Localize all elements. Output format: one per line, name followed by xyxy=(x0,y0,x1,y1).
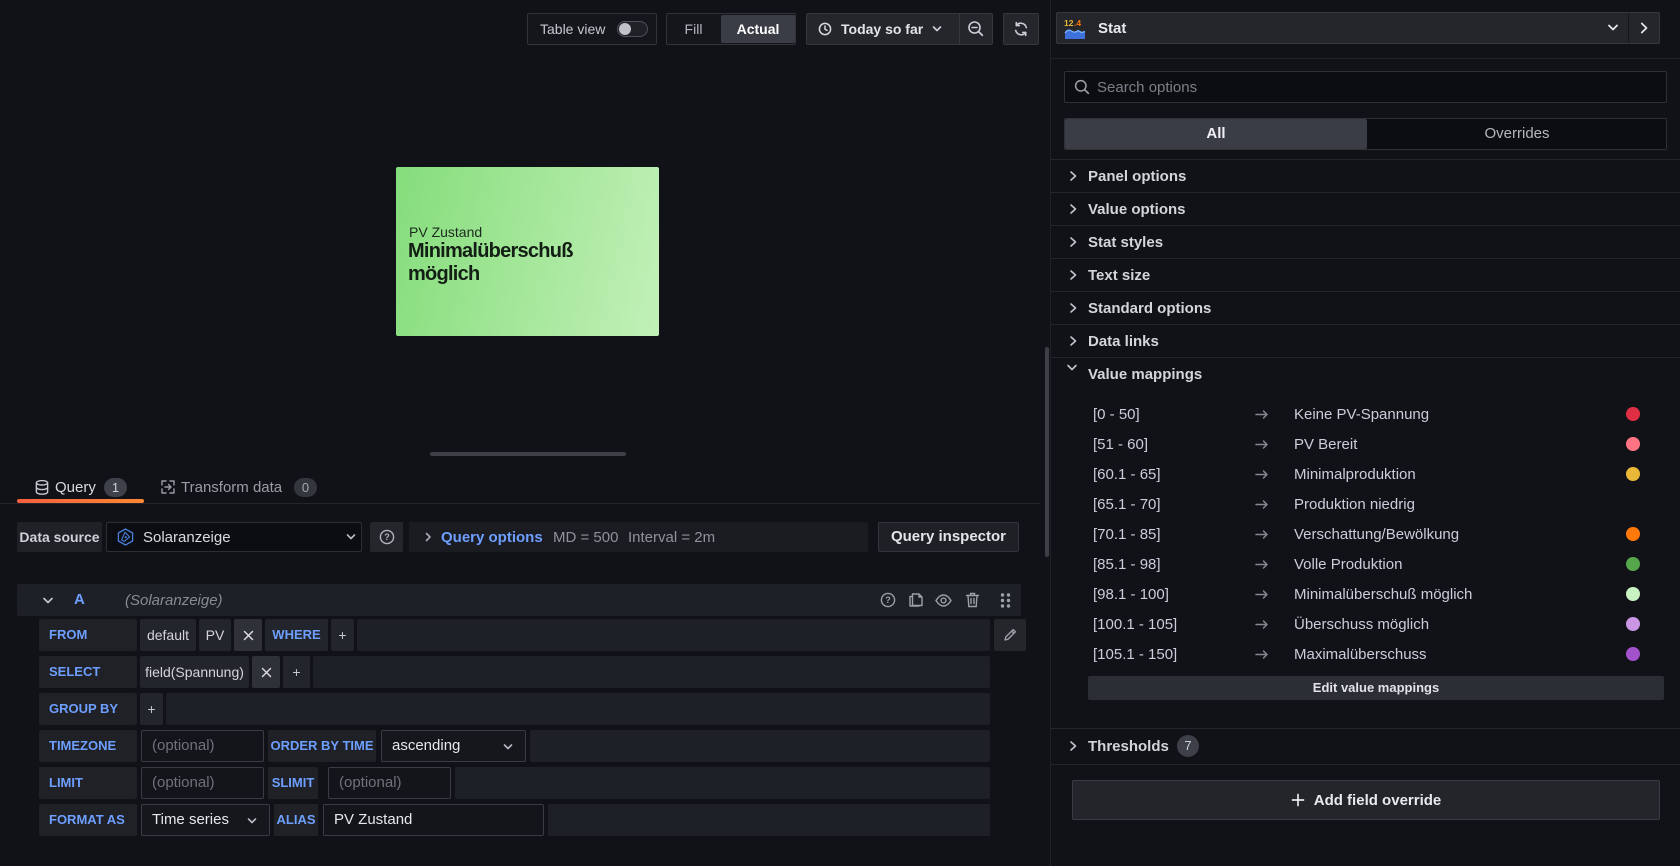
svg-text:12: 12 xyxy=(1064,18,1074,28)
svg-text:.4: .4 xyxy=(1074,18,1081,28)
svg-text:?: ? xyxy=(384,532,390,542)
svg-text:?: ? xyxy=(885,595,891,605)
